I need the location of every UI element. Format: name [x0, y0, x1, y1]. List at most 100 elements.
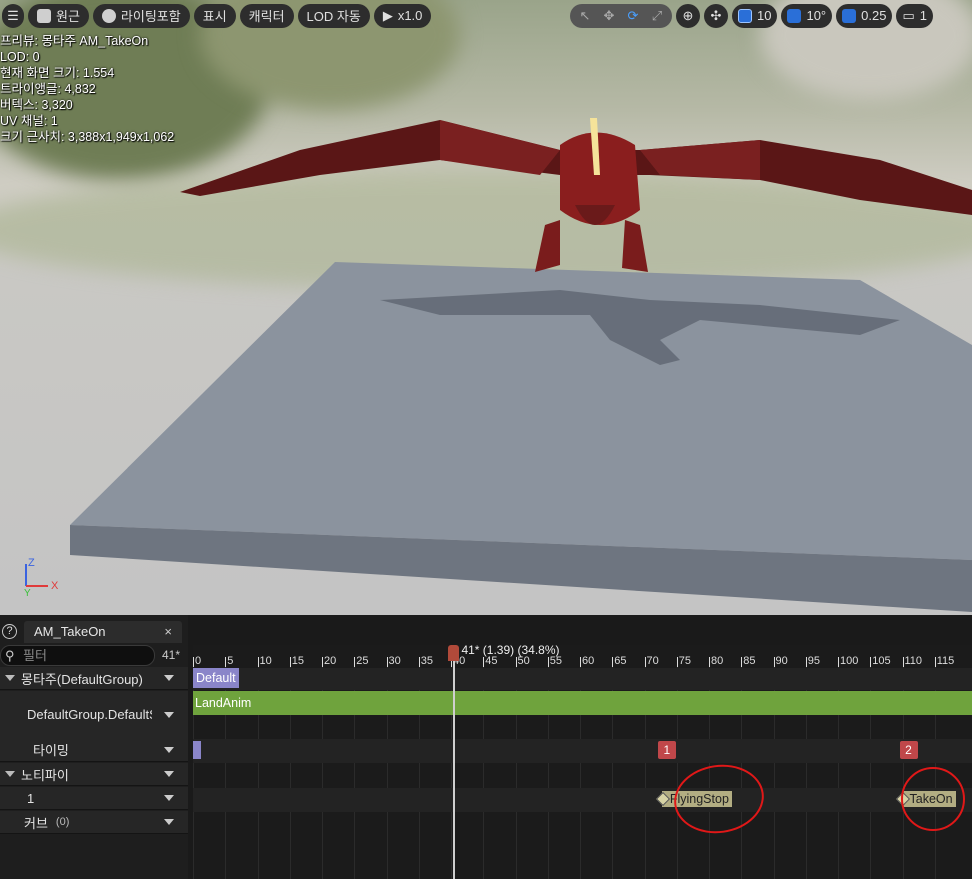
- transform-tools[interactable]: ↖ ✥ ⟳ ⤢: [570, 3, 672, 28]
- stat-vertices: 버텍스: 3,320: [0, 98, 73, 112]
- ruler-tick: [322, 657, 323, 667]
- show-button[interactable]: 표시: [193, 3, 236, 28]
- chevron-down-icon[interactable]: [164, 675, 174, 681]
- select-icon[interactable]: ↖: [574, 8, 596, 24]
- axis-x-label: X: [51, 580, 59, 592]
- montage-group-row[interactable]: 몽타주(DefaultGroup): [0, 667, 188, 690]
- playhead-handle[interactable]: [448, 645, 460, 661]
- ruler-tick: [515, 657, 517, 667]
- stat-screen-size: 현재 화면 크기: 1.554: [0, 66, 115, 80]
- chevron-down-icon[interactable]: [164, 819, 174, 825]
- ruler-tick: [644, 657, 646, 667]
- move-icon[interactable]: ✥: [598, 8, 620, 24]
- montage-track: [193, 668, 972, 690]
- ruler-tick-label: 95: [807, 655, 820, 667]
- play-speed-button[interactable]: ▶ x1.0: [373, 3, 432, 28]
- ruler-tick: [773, 657, 775, 667]
- ruler-tick: [580, 657, 581, 667]
- character-button[interactable]: 캐릭터: [239, 3, 294, 28]
- lod-button[interactable]: LOD 자동: [297, 3, 370, 28]
- ruler-tick-label: 15: [291, 655, 304, 667]
- ruler-tick-label: 80: [711, 655, 724, 667]
- camera-icon: ▭: [902, 7, 915, 23]
- viewport-stats: 프리뷰: 몽타주 AM_TakeOn LOD: 0 현재 화면 크기: 1.55…: [0, 33, 174, 145]
- ruler-tick: [612, 657, 614, 667]
- camera-speed-button[interactable]: ▭ 1: [896, 3, 933, 28]
- filter-input[interactable]: ⚲ 필터: [0, 645, 155, 666]
- ruler-tick-label: 30: [388, 655, 401, 667]
- ruler-tick: [934, 657, 936, 667]
- ruler-tick-label: 115: [936, 655, 955, 667]
- curves-row[interactable]: 커브 (0): [0, 811, 188, 834]
- grid-icon: [738, 8, 752, 23]
- chevron-down-icon[interactable]: [164, 771, 174, 777]
- ruler-tick: [676, 657, 678, 667]
- lighting-button[interactable]: 라이팅포함: [92, 3, 190, 28]
- playhead[interactable]: [453, 645, 456, 879]
- ruler-tick: [870, 657, 872, 667]
- expand-arrow-icon[interactable]: [5, 675, 15, 681]
- ruler-tick: [193, 657, 194, 667]
- ruler-tick-label: 35: [420, 655, 433, 667]
- local-space-button[interactable]: ⊕: [676, 3, 700, 28]
- notify-track: [193, 788, 972, 812]
- notify-track-row[interactable]: 1: [0, 787, 188, 810]
- scale-snap-icon: [842, 8, 857, 23]
- timing-row[interactable]: 타이밍: [0, 738, 188, 762]
- rotation-snap-button[interactable]: 10°: [781, 3, 833, 28]
- ruler-tick: [547, 657, 549, 667]
- ruler-tick-label: 60: [582, 655, 595, 667]
- ruler-tick-label: 5: [227, 655, 234, 667]
- angle-icon: [787, 8, 802, 23]
- stat-approx-size: 크기 근사치: 3,388x1,949x1,062: [0, 130, 175, 144]
- search-icon: ⚲: [5, 648, 15, 663]
- section-default[interactable]: Default: [193, 668, 239, 688]
- help-icon[interactable]: ?: [2, 624, 17, 639]
- playhead-label: 41* (1.39) (34.8%): [461, 645, 560, 657]
- notifies-row[interactable]: 노티파이: [0, 763, 188, 786]
- ruler-tick-label: 75: [678, 655, 691, 667]
- axis-z-label: Z: [28, 557, 35, 569]
- annotation-circle: [669, 759, 769, 839]
- hamburger-icon: ☰: [7, 7, 19, 23]
- ruler-tick: [354, 657, 356, 667]
- grid-snap-button[interactable]: 10: [732, 3, 778, 28]
- stat-lod: LOD: 0: [0, 50, 40, 64]
- rotate-icon[interactable]: ⟳: [622, 8, 644, 24]
- timing-marker: 2: [899, 741, 918, 759]
- play-icon: ▶: [382, 7, 393, 23]
- tab-am-takeon[interactable]: AM_TakeOn ×: [24, 621, 182, 643]
- time-ruler[interactable]: 0 5 10 15 20 25 30 35 40 45 50 55 60 65 70 75 80 85 90 95 10…: [193, 645, 972, 667]
- ruler-tick-label: 25: [356, 655, 369, 667]
- ruler-tick: [418, 657, 420, 667]
- ruler-tick: [386, 657, 388, 667]
- slot-row[interactable]: DefaultGroup.DefaultS: [0, 691, 188, 739]
- perspective-button[interactable]: 원근: [28, 3, 89, 28]
- close-icon[interactable]: ×: [164, 621, 172, 643]
- ruler-tick-label: 100: [840, 655, 859, 667]
- dragon-model: [180, 118, 972, 272]
- preview-viewport[interactable]: ☰ 원근 라이팅포함 표시 캐릭터 LOD 자동 ▶ x1.0 ↖ ✥ ⟳ ⤢ …: [0, 0, 972, 615]
- chevron-down-icon[interactable]: [164, 795, 174, 801]
- scale-snap-button[interactable]: 0.25: [836, 3, 893, 28]
- chevron-down-icon[interactable]: [164, 746, 174, 753]
- ruler-tick: [838, 657, 839, 667]
- anim-segment-landanim[interactable]: LandAnim: [193, 691, 972, 715]
- ruler-tick: [709, 657, 710, 667]
- chevron-down-icon[interactable]: [164, 711, 174, 718]
- scale-icon[interactable]: ⤢: [646, 8, 668, 24]
- axis-y-label: Y: [24, 588, 31, 596]
- timeline-area[interactable]: 0 5 10 15 20 25 30 35 40 45 50 55 60 65 70 75 80 85 90 95 10…: [193, 645, 972, 879]
- ruler-tick: [483, 657, 485, 667]
- ruler-tick: [902, 657, 904, 667]
- globe-icon: ⊕: [682, 7, 694, 23]
- lit-sphere-icon: [101, 8, 116, 23]
- timing-track: [193, 739, 972, 763]
- montage-editor-panel: ? AM_TakeOn × ⚲ 필터 41* 몽타주(DefaultGroup)…: [0, 615, 972, 879]
- ruler-tick-label: 90: [775, 655, 788, 667]
- expand-arrow-icon[interactable]: [5, 771, 15, 777]
- viewport-menu-button[interactable]: ☰: [2, 3, 24, 28]
- timing-marker-start: [193, 741, 201, 759]
- ruler-tick-label: 65: [614, 655, 627, 667]
- surface-snap-button[interactable]: ✣: [704, 3, 728, 28]
